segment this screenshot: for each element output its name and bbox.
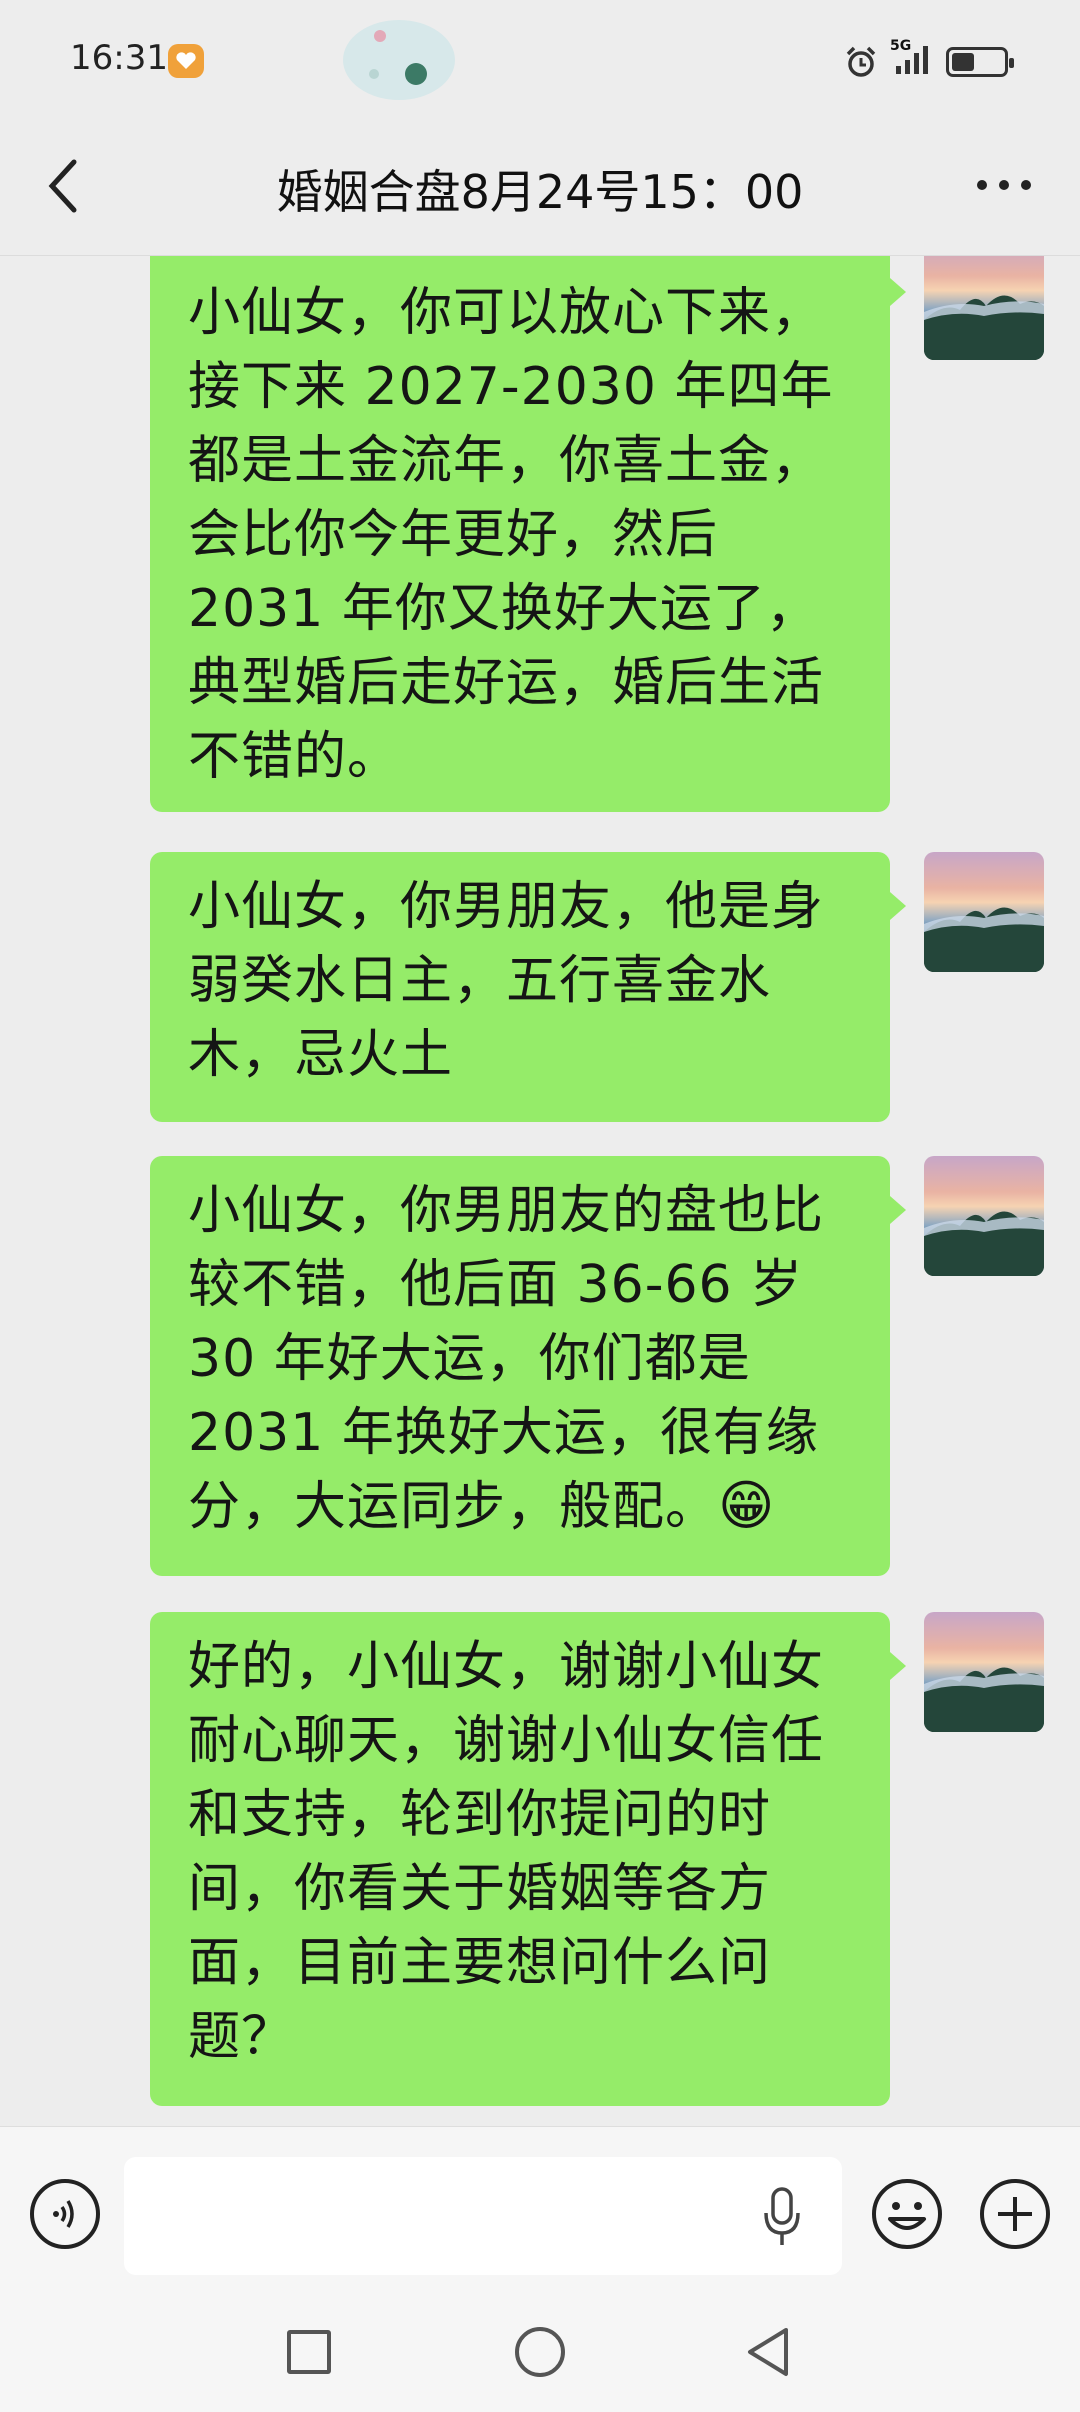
back-icon[interactable] — [744, 2324, 794, 2380]
chat-title: 婚姻合盘8月24号15：00 — [276, 165, 804, 219]
voice-icon[interactable] — [30, 2179, 100, 2249]
mic-icon[interactable] — [762, 2185, 802, 2249]
message-bubble[interactable]: 小仙女，你可以放心下来，接下来 2027-2030 年四年都是土金流年，你喜土金… — [150, 256, 906, 812]
chat-header: 婚姻合盘8月24号15：00 — [0, 120, 1080, 256]
status-bar: 16:31 5G — [0, 0, 1080, 120]
plus-icon[interactable] — [978, 2177, 1052, 2251]
message-bubble[interactable]: 小仙女，你男朋友的盘也比较不错，他后面 36-66 岁 30 年好大运，你们都是… — [150, 1156, 906, 1576]
grin-emoji-icon: 😁 — [718, 1474, 776, 1537]
alarm-icon — [846, 46, 876, 77]
system-nav-bar — [0, 2300, 1080, 2412]
floating-bubble-icon[interactable] — [340, 14, 458, 104]
network-type: 5G — [890, 38, 912, 54]
message-text: 好的，小仙女，谢谢小仙女耐心聊天，谢谢小仙女信任和支持，轮到你提问的时间，你看关… — [188, 1637, 825, 2067]
battery-icon — [946, 47, 1014, 77]
signal-icon: 5G — [890, 38, 932, 80]
recents-icon[interactable] — [287, 2330, 331, 2374]
emoji-icon[interactable] — [870, 2177, 944, 2251]
message-bubble[interactable]: 小仙女，你男朋友，他是身弱癸水日主，五行喜金水木，忌火土 — [150, 852, 906, 1122]
status-time: 16:31 — [70, 38, 168, 78]
avatar[interactable] — [924, 852, 1044, 972]
chat-area[interactable]: 小仙女，你可以放心下来，接下来 2027-2030 年四年都是土金流年，你喜土金… — [0, 256, 1080, 2126]
status-icons: 5G — [844, 38, 1014, 82]
message-input[interactable] — [124, 2157, 842, 2275]
message-bubble[interactable]: 好的，小仙女，谢谢小仙女耐心聊天，谢谢小仙女信任和支持，轮到你提问的时间，你看关… — [150, 1612, 906, 2106]
input-bar — [0, 2126, 1080, 2301]
avatar[interactable] — [924, 1612, 1044, 1732]
home-icon[interactable] — [515, 2327, 565, 2377]
message-text: 小仙女，你男朋友，他是身弱癸水日主，五行喜金水木，忌火土 — [188, 877, 825, 1085]
more-dots-icon[interactable] — [974, 178, 1034, 192]
message-text: 小仙女，你可以放心下来，接下来 2027-2030 年四年都是土金流年，你喜土金… — [188, 283, 834, 787]
avatar[interactable] — [924, 256, 1044, 360]
notification-app-icon — [168, 44, 204, 78]
avatar[interactable] — [924, 1156, 1044, 1276]
